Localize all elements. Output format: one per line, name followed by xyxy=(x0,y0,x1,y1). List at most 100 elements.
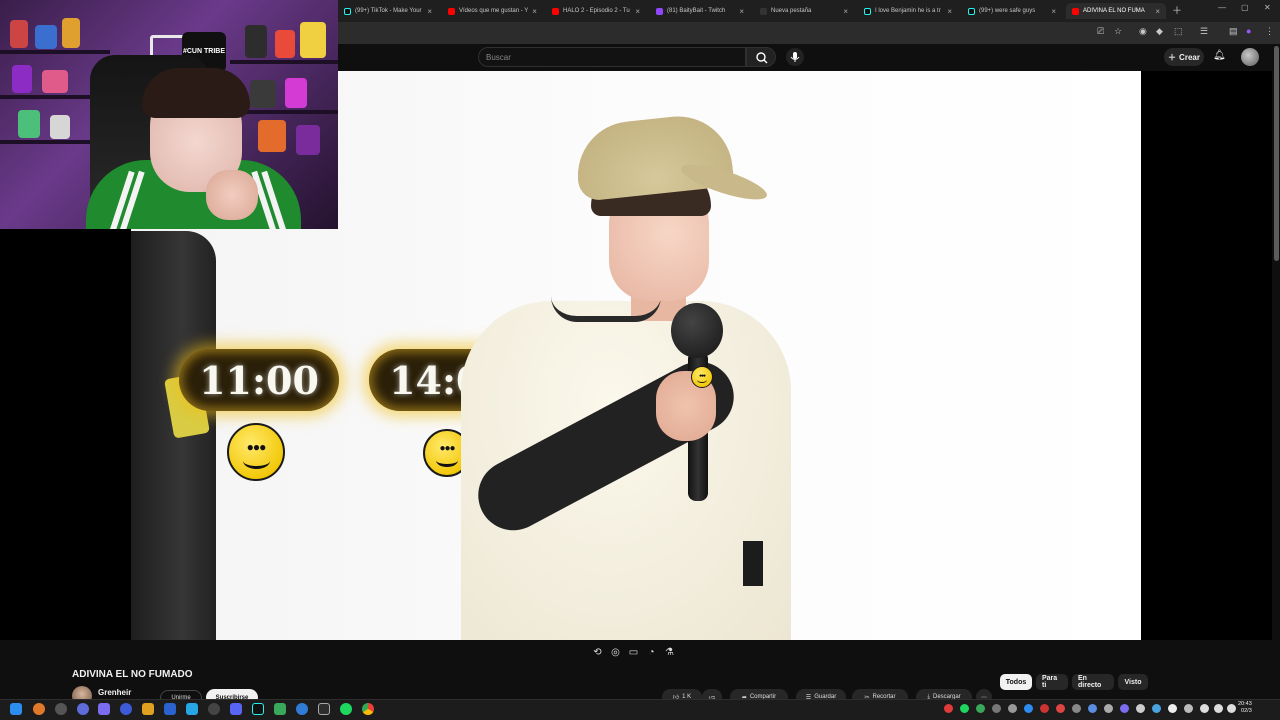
tray-icon[interactable] xyxy=(960,704,969,713)
extensions-puzzle-icon[interactable]: ⬚ xyxy=(1174,26,1183,37)
time-label-1: 11:00 xyxy=(179,349,339,411)
player-controls: ⟲ ◎ ▭ ◔ ⚗ xyxy=(590,643,685,661)
tiktok-favicon-icon xyxy=(968,7,975,15)
video-title: ADIVINA EL NO FUMADO xyxy=(72,669,193,680)
browser-tab-active[interactable]: ADIVINA EL NO FUMA × xyxy=(1066,3,1166,19)
app-icon[interactable] xyxy=(55,703,67,715)
chrome-icon[interactable] xyxy=(362,703,374,715)
cast-icon[interactable]: ⎚ xyxy=(1097,26,1104,37)
tray-icon[interactable] xyxy=(1040,704,1049,713)
discord-icon[interactable] xyxy=(230,703,242,715)
volume-icon[interactable] xyxy=(1214,704,1223,713)
channel-name[interactable]: Grenheir xyxy=(98,688,131,697)
streamer-webcam: #CUN TRIBE xyxy=(0,0,338,229)
telegram-icon[interactable] xyxy=(186,703,198,715)
bookmark-star-icon[interactable]: ☆ xyxy=(1114,26,1122,37)
browser-tab[interactable]: HALO 2 - Episodio 2 - Tu × xyxy=(546,3,646,19)
browser-tab[interactable]: Vídeos que me gustan - Y × xyxy=(442,3,542,19)
figure-toy xyxy=(12,65,32,93)
browser-tab[interactable]: (81) BaityBait - Twitch × xyxy=(650,3,750,19)
extension-icon[interactable]: ◆ xyxy=(1156,26,1163,37)
voice-search-button[interactable] xyxy=(786,48,804,66)
figure-toy xyxy=(275,30,295,58)
close-tab-icon[interactable]: × xyxy=(947,7,952,16)
account-avatar[interactable] xyxy=(1241,48,1259,66)
browser-tab[interactable]: (99+) TikTok - Make Your × xyxy=(338,3,438,19)
browser-tab[interactable]: I love Benjamin he is a tr × xyxy=(858,3,958,19)
loop-icon[interactable]: ⟲ xyxy=(590,645,605,660)
app-icon[interactable] xyxy=(120,703,132,715)
close-window-icon[interactable]: ✕ xyxy=(1264,3,1271,12)
tray-icon[interactable] xyxy=(1008,704,1017,713)
figure-toy xyxy=(10,20,28,48)
scrollbar-thumb[interactable] xyxy=(1274,46,1279,261)
reading-list-icon[interactable]: ☰ xyxy=(1200,26,1208,37)
microphone-icon xyxy=(790,52,800,62)
tray-icon[interactable] xyxy=(1136,704,1145,713)
app-icon[interactable] xyxy=(77,703,89,715)
app-icon[interactable] xyxy=(274,703,286,715)
network-icon[interactable] xyxy=(1200,704,1209,713)
browser-tab[interactable]: (99+) were safe guys × xyxy=(962,3,1062,19)
app-icon[interactable] xyxy=(296,703,308,715)
tiktok-favicon-icon xyxy=(864,7,871,15)
shelf xyxy=(230,60,338,64)
figure-toy xyxy=(62,18,80,48)
app-icon[interactable] xyxy=(208,703,220,715)
chip-todos[interactable]: Todos xyxy=(1000,674,1032,690)
tray-icon[interactable] xyxy=(1104,704,1113,713)
maximize-icon[interactable]: ▢ xyxy=(1241,3,1249,12)
windows-start-icon[interactable] xyxy=(10,703,22,715)
tray-icon[interactable] xyxy=(1056,704,1065,713)
tray-icon[interactable] xyxy=(1152,704,1161,713)
tiktok-icon[interactable] xyxy=(252,703,264,715)
spotify-icon[interactable] xyxy=(340,703,352,715)
tray-icon[interactable] xyxy=(1168,704,1177,713)
browser-tab[interactable]: Nueva pestaña × xyxy=(754,3,854,19)
figure-toy xyxy=(18,110,40,138)
tray-icon[interactable] xyxy=(1120,704,1129,713)
app-icon[interactable] xyxy=(98,703,110,715)
close-tab-icon[interactable]: × xyxy=(532,7,537,16)
app-icon[interactable] xyxy=(164,703,176,715)
create-button[interactable]: ＋ Crear xyxy=(1164,48,1204,66)
search-icon[interactable] xyxy=(33,703,45,715)
minimize-icon[interactable]: — xyxy=(1218,3,1226,12)
youtube-favicon-icon xyxy=(1072,7,1079,15)
chip-para-ti[interactable]: Para ti xyxy=(1036,674,1068,690)
close-tab-icon[interactable]: × xyxy=(427,7,432,16)
taskbar-clock[interactable]: 20:43 02/3 xyxy=(1238,701,1252,715)
plus-icon: ＋ xyxy=(1168,52,1177,62)
streamer-hair xyxy=(142,68,250,118)
shelf xyxy=(0,95,95,99)
browser-profile-icon[interactable]: ● xyxy=(1246,26,1251,36)
tray-icon[interactable] xyxy=(1024,704,1033,713)
ambient-icon[interactable]: ◎ xyxy=(608,645,623,660)
tray-icon[interactable] xyxy=(1072,704,1081,713)
app-icon[interactable] xyxy=(142,703,154,715)
miniplayer-icon[interactable]: ▭ xyxy=(626,645,641,660)
tray-icon[interactable] xyxy=(1088,704,1097,713)
extension-icon[interactable]: ◉ xyxy=(1139,26,1147,37)
close-tab-icon[interactable]: × xyxy=(1051,7,1056,16)
tray-icon[interactable] xyxy=(944,704,953,713)
close-tab-icon[interactable]: × xyxy=(739,7,744,16)
search-button[interactable] xyxy=(746,47,776,67)
battery-icon[interactable] xyxy=(1227,704,1236,713)
close-tab-icon[interactable]: × xyxy=(1155,7,1160,16)
search-input[interactable]: Buscar xyxy=(478,47,746,67)
tray-icon[interactable] xyxy=(992,704,1001,713)
tray-icon[interactable] xyxy=(1184,704,1193,713)
chip-visto[interactable]: Visto xyxy=(1118,674,1148,690)
lab-flask-icon[interactable]: ⚗ xyxy=(662,645,677,660)
sidebar-icon[interactable]: ▤ xyxy=(1229,26,1238,37)
notifications-bell-icon[interactable]: 🔔︎ xyxy=(1213,50,1226,61)
browser-menu-icon[interactable]: ⋮ xyxy=(1265,26,1274,37)
tray-icon[interactable] xyxy=(976,704,985,713)
stable-volume-icon[interactable]: ◔ xyxy=(644,645,659,660)
chip-en-directo[interactable]: En directo xyxy=(1072,674,1114,690)
app-icon[interactable] xyxy=(318,703,330,715)
new-tab-button[interactable]: ＋ xyxy=(1172,2,1182,17)
close-tab-icon[interactable]: × xyxy=(635,7,640,16)
close-tab-icon[interactable]: × xyxy=(843,7,848,16)
